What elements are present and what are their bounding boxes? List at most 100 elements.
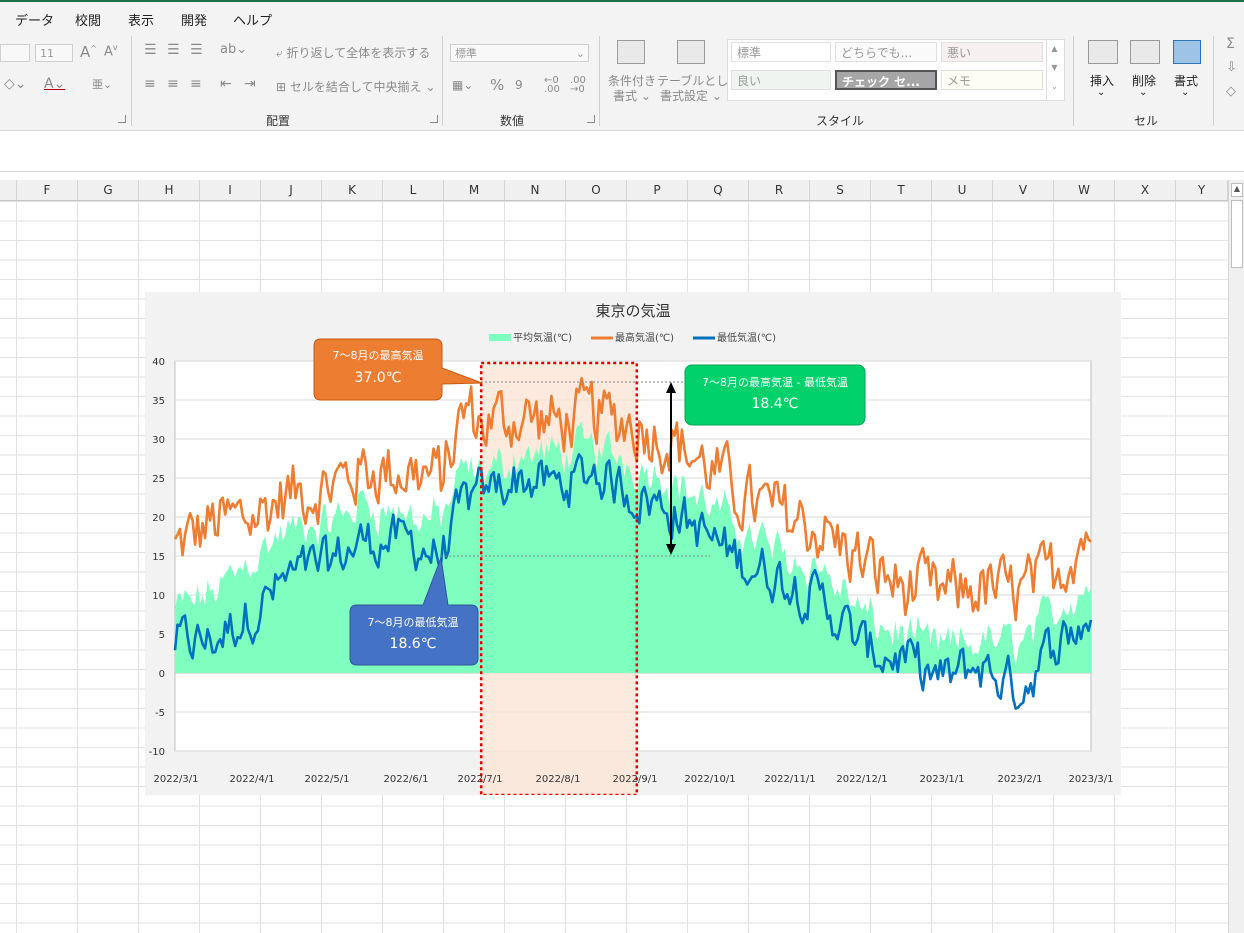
align-center-icon[interactable]: ≡ [167,76,179,92]
group-cells-label: セル [1134,114,1159,128]
clear-icon[interactable]: ◇ [1226,84,1236,99]
style-neutral[interactable]: どちらでも... [835,42,937,62]
style-bad[interactable]: 悪い [941,42,1043,62]
x-tick-label: 2023/3/1 [1069,774,1114,785]
align-top-icon[interactable]: ☰ [144,42,157,58]
increase-indent-icon[interactable]: ⇥ [244,76,256,92]
separator [442,36,443,126]
column-header-s[interactable]: S [810,180,871,200]
column-header-r[interactable]: R [749,180,810,200]
insert-dropdown-icon[interactable]: ⌄ [1097,87,1105,98]
column-header-k[interactable]: K [322,180,383,200]
scrollbar-thumb[interactable] [1231,200,1243,268]
style-note[interactable]: メモ [941,70,1043,90]
fill-icon[interactable]: ⇩ [1226,60,1237,75]
column-header-q[interactable]: Q [688,180,749,200]
callout-min-title: 7〜8月の最低気温 [368,615,459,629]
font-size-combo[interactable]: 11 [35,44,73,62]
fill-color-icon[interactable]: ◇⌄ [4,76,27,92]
menu-data[interactable]: データ [15,10,54,29]
x-tick-label: 2023/1/1 [920,774,965,785]
font-dialog-launcher[interactable] [118,115,126,123]
alignment-dialog-launcher[interactable] [430,115,438,123]
column-header-m[interactable]: M [444,180,505,200]
column-header-j[interactable]: J [261,180,322,200]
x-tick-label: 2022/3/1 [154,774,199,785]
column-header-h[interactable]: H [139,180,200,200]
menu-review[interactable]: 校閲 [75,10,101,29]
merge-center-button[interactable]: ⊞ セルを結合して中央揃え ⌄ [276,78,435,95]
vertical-scrollbar[interactable]: ▲ [1228,180,1244,933]
legend-max-label: 最高気温(℃) [615,331,674,344]
delete-cells-icon[interactable] [1130,40,1160,64]
font-name-combo[interactable] [0,44,30,62]
shrink-font-icon[interactable]: Av [104,43,118,59]
menu-bar: データ 校閲 表示 開発 ヘルプ [0,2,1244,32]
x-axis-ticks: 2022/3/1 2022/4/1 2022/5/1 2022/6/1 2022… [154,774,1114,785]
format-as-table-label-2[interactable]: 書式設定 ⌄ [660,87,722,104]
conditional-format-icon[interactable] [617,40,645,64]
grid-line [77,201,78,933]
align-left-icon[interactable]: ≡ [144,76,156,92]
column-header-v[interactable]: V [993,180,1054,200]
grow-font-icon[interactable]: A^ [80,43,97,61]
align-right-icon[interactable]: ≡ [190,76,202,92]
conditional-format-label-2[interactable]: 書式 ⌄ [613,87,651,104]
column-header-f[interactable]: F [17,180,78,200]
font-color-icon[interactable]: A⌄ [44,76,65,92]
decrease-decimal-icon[interactable]: .00 →0 [570,76,586,95]
y-tick-label: 10 [152,591,165,602]
decrease-indent-icon[interactable]: ⇤ [220,76,232,92]
column-header-l[interactable]: L [383,180,444,200]
wrap-text-button[interactable]: ⤶ 折り返して全体を表示する [276,44,430,61]
number-dialog-launcher[interactable] [587,115,595,123]
percent-style-icon[interactable]: % [490,76,504,94]
column-header-partial[interactable] [0,180,17,200]
wrap-text-label: 折り返して全体を表示する [286,46,431,60]
column-header-y[interactable]: Y [1176,180,1228,200]
style-check-cell[interactable]: チェック セ... [835,70,937,90]
menu-developer[interactable]: 開発 [181,10,207,29]
column-header-w[interactable]: W [1054,180,1115,200]
delete-dropdown-icon[interactable]: ⌄ [1139,87,1147,98]
separator [1213,36,1214,126]
autosum-icon[interactable]: Σ [1226,36,1235,52]
align-bottom-icon[interactable]: ☰ [190,42,203,58]
y-tick-label: 30 [152,435,165,446]
style-normal[interactable]: 標準 [731,42,831,62]
phonetic-icon[interactable]: 亜⌄ [92,76,112,92]
menu-help[interactable]: ヘルプ [233,10,272,29]
column-header-n[interactable]: N [505,180,566,200]
column-header-i[interactable]: I [200,180,261,200]
increase-decimal-icon[interactable]: ←0.00 [544,76,560,95]
scroll-up-icon[interactable]: ▲ [1231,183,1243,197]
column-header-x[interactable]: X [1115,180,1176,200]
x-tick-label: 2022/11/1 [764,774,815,785]
menu-view[interactable]: 表示 [128,10,154,29]
column-header-g[interactable]: G [78,180,139,200]
y-tick-label: 35 [152,396,165,407]
format-as-table-icon[interactable] [677,40,705,64]
column-header-p[interactable]: P [627,180,688,200]
separator [599,36,600,126]
accounting-format-icon[interactable]: ▦⌄ [452,78,473,92]
chart-area[interactable]: 東京の気温 平均気温(℃) 最高気温(℃) 最低気温(℃) 40 35 30 2… [145,292,1121,797]
format-cells-icon[interactable] [1173,40,1201,64]
merge-center-label: セルを結合して中央揃え [289,80,422,94]
number-format-combo[interactable]: 標準 ⌄ [450,44,589,62]
column-header-u[interactable]: U [932,180,993,200]
callout-difference [684,364,866,426]
column-header-o[interactable]: O [566,180,627,200]
x-tick-label: 2022/9/1 [613,774,658,785]
format-dropdown-icon[interactable]: ⌄ [1181,87,1189,98]
chart-title: 東京の気温 [595,302,670,320]
comma-style-icon[interactable]: 9 [515,78,523,92]
align-middle-icon[interactable]: ☰ [167,42,180,58]
column-header-t[interactable]: T [871,180,932,200]
insert-cells-icon[interactable] [1088,40,1118,64]
orientation-icon[interactable]: ab⌄ [220,42,247,57]
styles-gallery-scroll[interactable]: ▲ ▼ ⌄ [1046,39,1062,99]
y-tick-label: -10 [149,747,165,758]
style-good[interactable]: 良い [731,70,831,90]
x-tick-label: 2022/12/1 [836,774,887,785]
